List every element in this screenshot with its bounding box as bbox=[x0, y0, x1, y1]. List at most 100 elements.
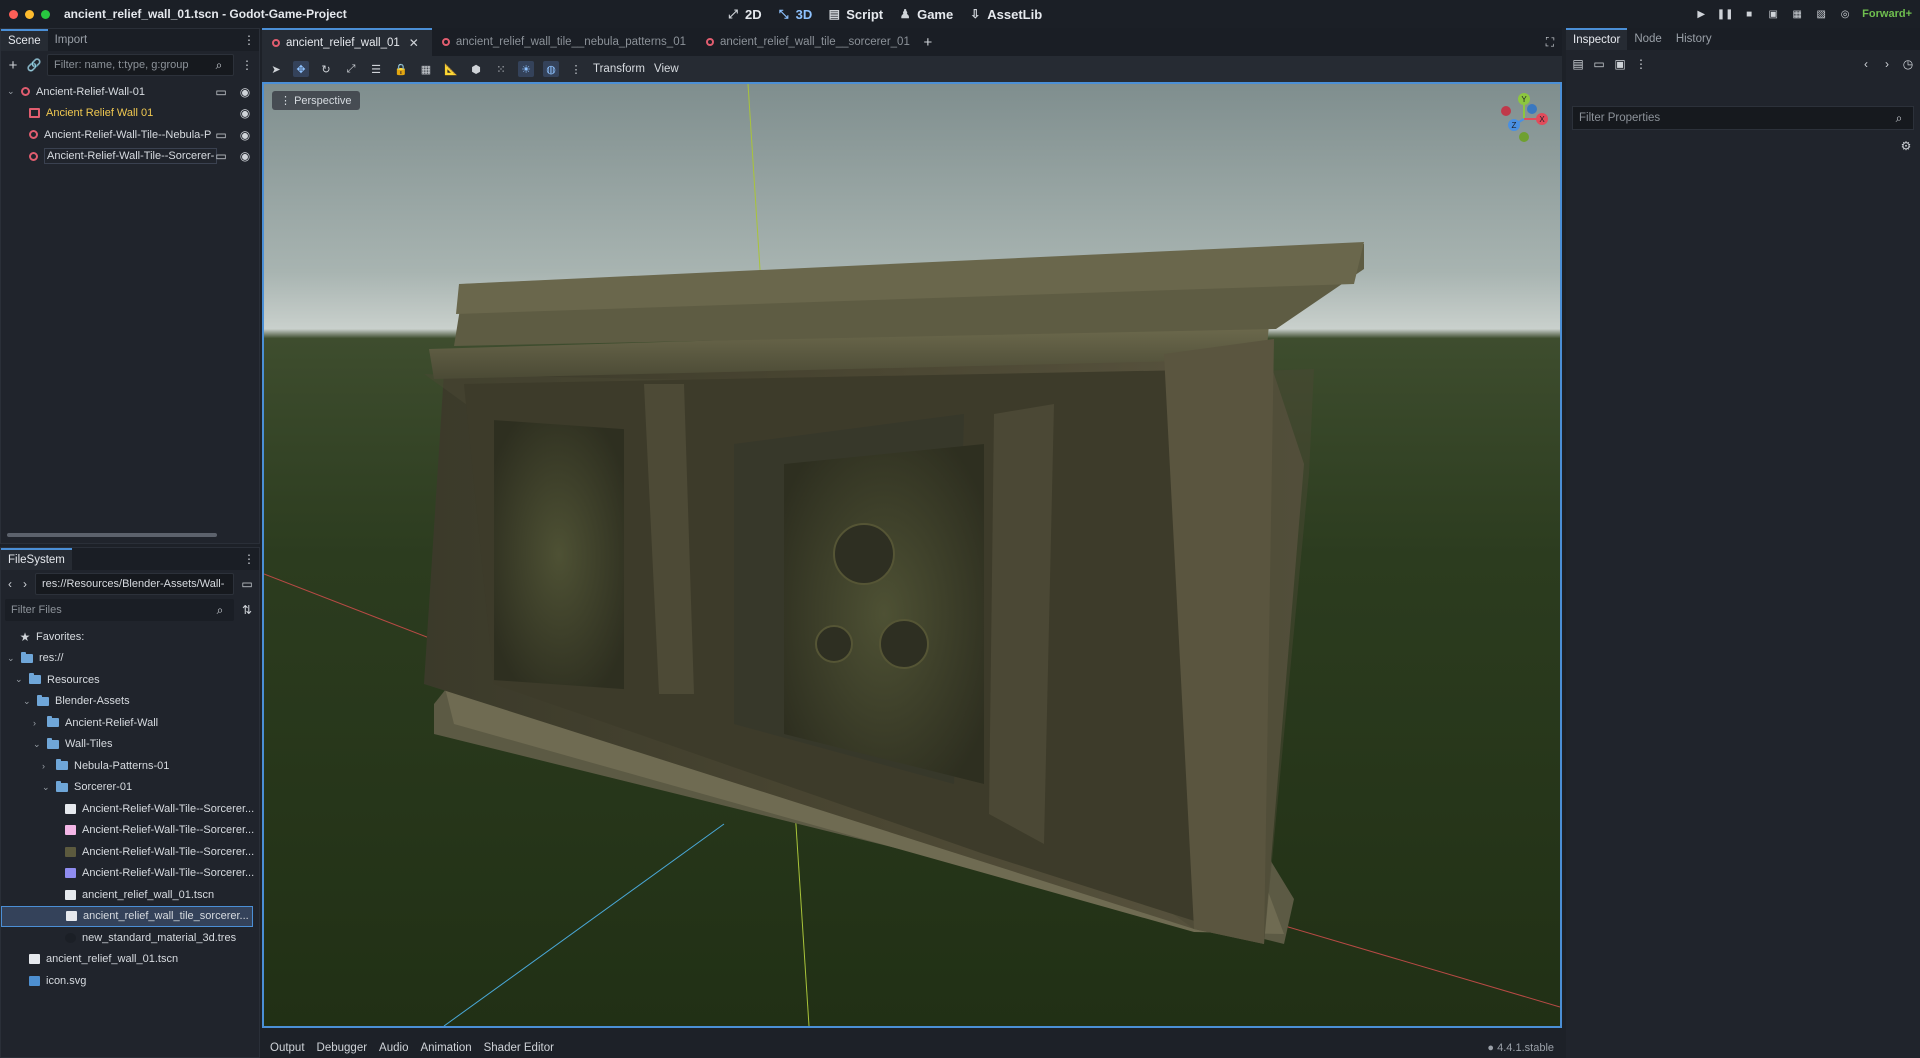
scene-tab[interactable]: ancient_relief_wall_tile__sorcerer_01 bbox=[696, 28, 920, 56]
gizmo-neg-x[interactable] bbox=[1501, 106, 1511, 116]
animation-tab[interactable]: Animation bbox=[420, 1042, 471, 1054]
close-tab-icon[interactable]: ✕ bbox=[406, 35, 422, 51]
file-tree-item[interactable]: ⌄ Resources bbox=[1, 669, 259, 691]
tree-node-nebula[interactable]: Ancient-Relief-Wall-Tile--Nebula-P ▭ ◉ bbox=[1, 124, 259, 146]
ruler-icon[interactable]: 📐 bbox=[443, 61, 459, 77]
audio-tab[interactable]: Audio bbox=[379, 1042, 408, 1054]
inspector-menu-icon[interactable]: ⋮ bbox=[1633, 56, 1649, 72]
collapse-icon[interactable]: ⌄ bbox=[33, 739, 43, 750]
file-tree-item[interactable]: ancient_relief_wall_01.tscn bbox=[1, 884, 259, 906]
nav-2d-button[interactable]: ⤢ 2D bbox=[725, 6, 761, 22]
tree-node-sorcerer[interactable]: Ancient-Relief-Wall-Tile--Sorcerer- ▭ ◉ bbox=[1, 146, 259, 168]
sun-preview-icon[interactable]: ☀ bbox=[518, 61, 534, 77]
rotate-tool-icon[interactable]: ↻ bbox=[318, 61, 334, 77]
file-tree-item[interactable]: ⌄ res:// bbox=[1, 648, 259, 670]
collapse-icon[interactable]: ⌄ bbox=[7, 86, 17, 97]
expand-icon[interactable]: › bbox=[42, 761, 52, 771]
local-space-icon[interactable]: ⬢ bbox=[468, 61, 484, 77]
new-resource-icon[interactable]: ▤ bbox=[1570, 56, 1586, 72]
file-tree-item[interactable]: Ancient-Relief-Wall-Tile--Sorcerer... bbox=[1, 863, 259, 885]
tab-node[interactable]: Node bbox=[1627, 28, 1669, 50]
add-node-icon[interactable]: + bbox=[5, 57, 21, 74]
scene-hscrollbar[interactable] bbox=[7, 533, 217, 537]
files-filter-input[interactable]: Filter Files ⌕ bbox=[5, 599, 234, 621]
scale-tool-icon[interactable]: ⤢ bbox=[343, 61, 359, 77]
file-tree-item[interactable]: Ancient-Relief-Wall-Tile--Sorcerer... bbox=[1, 798, 259, 820]
file-tree-item[interactable]: ⌄ Sorcerer-01 bbox=[1, 777, 259, 799]
tab-filesystem[interactable]: FileSystem bbox=[1, 548, 72, 570]
move-tool-icon[interactable]: ✥ bbox=[293, 61, 309, 77]
open-in-editor-icon[interactable]: ▭ bbox=[213, 148, 229, 164]
visibility-icon[interactable]: ◉ bbox=[237, 105, 253, 121]
minimize-window-button[interactable] bbox=[25, 9, 34, 19]
filter-properties-input[interactable]: Filter Properties ⌕ bbox=[1572, 106, 1914, 130]
nav-script-button[interactable]: ▤ Script bbox=[826, 6, 884, 22]
close-window-button[interactable] bbox=[9, 9, 18, 19]
path-field[interactable]: res://Resources/Blender-Assets/Wall- bbox=[35, 573, 234, 595]
nav-assetlib-button[interactable]: ⇩ AssetLib bbox=[967, 6, 1042, 22]
save-resource-icon[interactable]: ▣ bbox=[1612, 56, 1628, 72]
transform-menu[interactable]: Transform bbox=[593, 63, 645, 75]
dock-menu-icon[interactable]: ⋮ bbox=[241, 551, 257, 567]
tree-node-mesh[interactable]: Ancient Relief Wall 01 ◉ bbox=[1, 103, 259, 125]
tab-scene[interactable]: Scene bbox=[1, 29, 48, 51]
expand-icon[interactable]: › bbox=[33, 718, 43, 728]
visibility-icon[interactable]: ◉ bbox=[237, 84, 253, 100]
dock-menu-icon[interactable]: ⋮ bbox=[241, 32, 257, 48]
play-custom-scene-icon[interactable]: ▧ bbox=[1814, 7, 1828, 21]
gizmo-neg-z[interactable] bbox=[1527, 104, 1537, 114]
list-select-icon[interactable]: ☰ bbox=[368, 61, 384, 77]
file-tree-item[interactable]: Ancient-Relief-Wall-Tile--Sorcerer... bbox=[1, 841, 259, 863]
tree-node-root[interactable]: ⌄ Ancient-Relief-Wall-01 ▭ ◉ bbox=[1, 81, 259, 103]
forward-icon[interactable]: › bbox=[20, 576, 30, 592]
back-icon[interactable]: ‹ bbox=[5, 576, 15, 592]
file-tree-item[interactable]: › Ancient-Relief-Wall bbox=[1, 712, 259, 734]
toolbar-menu-icon[interactable]: ⋮ bbox=[568, 61, 584, 77]
tab-inspector[interactable]: Inspector bbox=[1566, 28, 1628, 50]
visibility-icon[interactable]: ◉ bbox=[237, 148, 253, 164]
select-tool-icon[interactable]: ➤ bbox=[268, 61, 284, 77]
file-tree-item[interactable]: Ancient-Relief-Wall-Tile--Sorcerer... bbox=[1, 820, 259, 842]
output-tab[interactable]: Output bbox=[270, 1042, 305, 1054]
environment-preview-icon[interactable]: ◍ bbox=[543, 61, 559, 77]
distraction-free-icon[interactable]: ⛶ bbox=[1542, 34, 1558, 50]
open-in-editor-icon[interactable]: ▭ bbox=[213, 84, 229, 100]
snap-icon[interactable]: ⁙ bbox=[493, 61, 509, 77]
pause-icon[interactable]: ❚❚ bbox=[1717, 7, 1734, 21]
gizmo-neg-y[interactable] bbox=[1519, 132, 1529, 142]
split-view-icon[interactable]: ▭ bbox=[239, 576, 255, 592]
file-tree-item[interactable]: icon.svg bbox=[1, 970, 259, 992]
scene-tab[interactable]: ancient_relief_wall_01 ✕ bbox=[262, 28, 432, 56]
collapse-icon[interactable]: ⌄ bbox=[15, 674, 25, 685]
play-scene-icon[interactable]: ▦ bbox=[1790, 7, 1804, 21]
nav-game-button[interactable]: ♟ Game bbox=[897, 6, 954, 22]
collapse-icon[interactable]: ⌄ bbox=[42, 782, 52, 793]
file-tree-item[interactable]: ⌄ Wall-Tiles bbox=[1, 734, 259, 756]
sort-icon[interactable]: ⇅ bbox=[239, 602, 255, 618]
collapse-icon[interactable]: ⌄ bbox=[7, 653, 17, 664]
property-settings-icon[interactable]: ⚙ bbox=[1898, 138, 1914, 154]
maximize-window-button[interactable] bbox=[41, 9, 50, 19]
stop-icon[interactable]: ■ bbox=[1742, 7, 1756, 21]
history-forward-icon[interactable]: › bbox=[1879, 56, 1895, 72]
file-tree-item[interactable]: ⌄ Blender-Assets bbox=[1, 691, 259, 713]
movie-maker-icon[interactable]: ◎ bbox=[1838, 7, 1852, 21]
object-history-icon[interactable]: ◷ bbox=[1900, 56, 1916, 72]
tab-import[interactable]: Import bbox=[48, 29, 95, 51]
file-tree-item[interactable]: new_standard_material_3d.tres bbox=[1, 927, 259, 949]
file-tree-item-selected[interactable]: ancient_relief_wall_tile_sorcerer... bbox=[1, 905, 253, 927]
view-gizmo[interactable]: Y X Z bbox=[1494, 89, 1554, 149]
3d-viewport[interactable]: ⋮ Perspective Y X Z bbox=[262, 82, 1562, 1028]
history-back-icon[interactable]: ‹ bbox=[1858, 56, 1874, 72]
add-scene-tab-icon[interactable]: + bbox=[920, 34, 936, 51]
open-in-editor-icon[interactable]: ▭ bbox=[213, 127, 229, 143]
debugger-tab[interactable]: Debugger bbox=[317, 1042, 368, 1054]
tab-history[interactable]: History bbox=[1669, 28, 1719, 50]
perspective-menu[interactable]: ⋮ Perspective bbox=[272, 91, 360, 110]
shader-editor-tab[interactable]: Shader Editor bbox=[484, 1042, 554, 1054]
group-icon[interactable]: ▦ bbox=[418, 61, 434, 77]
scene-menu-icon[interactable]: ⋮ bbox=[239, 57, 255, 73]
scene-tab[interactable]: ancient_relief_wall_tile__nebula_pattern… bbox=[432, 28, 696, 56]
lock-icon[interactable]: 🔒 bbox=[393, 61, 409, 77]
instance-scene-icon[interactable]: 🔗 bbox=[26, 57, 42, 73]
